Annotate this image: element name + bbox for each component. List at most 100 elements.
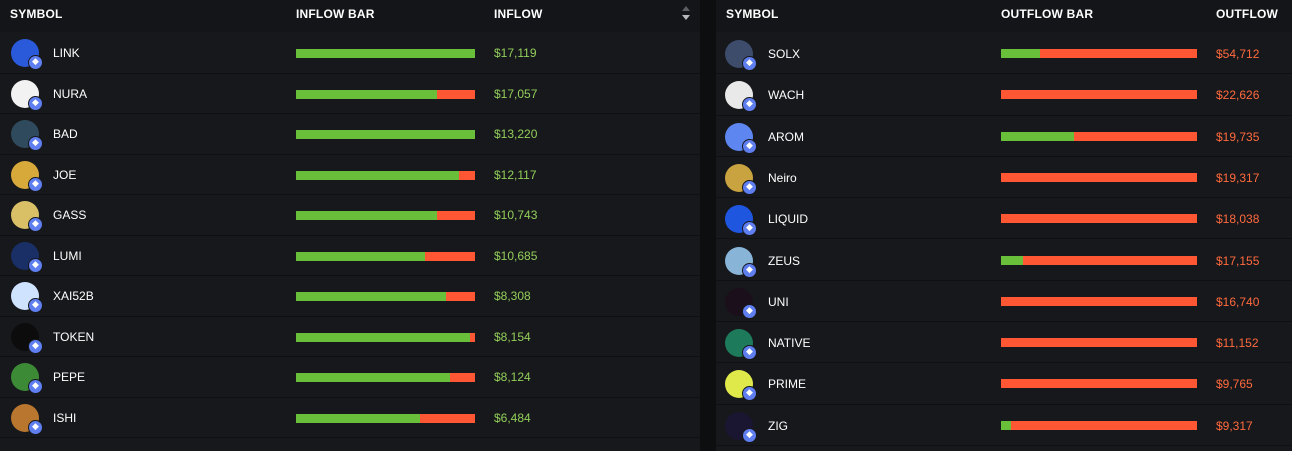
token-symbol: GASS bbox=[53, 208, 87, 222]
inflow-bar bbox=[296, 251, 475, 261]
column-header-symbol[interactable]: SYMBOL bbox=[726, 7, 779, 21]
outflow-bar bbox=[1001, 90, 1197, 100]
table-row[interactable]: ◆ NURA $17,057 bbox=[0, 74, 700, 114]
table-row[interactable]: ◆ JOE $12,117 bbox=[0, 155, 700, 195]
table-row[interactable]: ◆ NATIVE $11,152 bbox=[716, 322, 1292, 364]
token-symbol: Neiro bbox=[768, 170, 797, 185]
token-symbol: JOE bbox=[53, 167, 77, 182]
table-row[interactable]: ◆ SOLX $54,712 bbox=[716, 33, 1292, 75]
token-symbol: ZEUS bbox=[768, 253, 801, 268]
ethereum-chain-icon: ◆ bbox=[28, 298, 43, 313]
table-row[interactable]: ◆ AROM $19,735 bbox=[716, 116, 1292, 157]
table-row[interactable]: ◆ LIQUID $18,038 bbox=[716, 198, 1292, 240]
inflow-bar bbox=[296, 211, 475, 220]
outflow-bar bbox=[1001, 172, 1197, 182]
ethereum-chain-icon: ◆ bbox=[742, 262, 757, 278]
inflow-bar bbox=[296, 89, 475, 99]
inflow-value: $10,685 bbox=[494, 248, 538, 263]
token-symbol: UNI bbox=[768, 294, 789, 309]
column-header-inflow[interactable]: INFLOW bbox=[494, 7, 543, 21]
inflow-value: $8,308 bbox=[494, 289, 531, 303]
outflow-value: $18,038 bbox=[1216, 212, 1260, 227]
bar-green-segment bbox=[296, 130, 475, 139]
table-row[interactable]: ◆ BAD $13,220 bbox=[0, 114, 700, 155]
ethereum-chain-icon: ◆ bbox=[28, 217, 43, 232]
outflow-value: $9,765 bbox=[1216, 377, 1253, 392]
inflow-table-header: SYMBOL INFLOW BAR INFLOW bbox=[0, 0, 700, 32]
ethereum-chain-icon: ◆ bbox=[742, 56, 757, 71]
table-row[interactable]: ◆ WACH $22,626 bbox=[716, 74, 1292, 116]
panel-divider bbox=[700, 0, 716, 451]
inflow-value: $12,117 bbox=[494, 167, 537, 182]
bar-green-segment bbox=[1001, 420, 1011, 430]
token-symbol: AROM bbox=[768, 129, 804, 144]
outflow-table: SYMBOL OUTFLOW BAR OUTFLOW ◆ SOLX $54,712 ◆… bbox=[716, 0, 1292, 451]
column-header-symbol[interactable]: SYMBOL bbox=[10, 7, 63, 21]
token-symbol: WACH bbox=[768, 88, 805, 103]
outflow-bar bbox=[1001, 379, 1197, 389]
table-row[interactable]: ◆ LINK $17,119 bbox=[0, 33, 700, 74]
ethereum-chain-icon: ◆ bbox=[28, 379, 43, 394]
token-symbol: NURA bbox=[53, 86, 88, 101]
table-row[interactable]: ◆ Neiro $19,317 bbox=[716, 157, 1292, 199]
table-row[interactable]: ◆ ZEUS $17,155 bbox=[716, 240, 1292, 281]
inflow-bar bbox=[296, 49, 475, 58]
token-symbol: LIQUID bbox=[768, 212, 809, 227]
table-row[interactable]: ◆ XAI52B $8,308 bbox=[0, 276, 700, 317]
ethereum-chain-icon: ◆ bbox=[742, 427, 757, 443]
inflow-bar bbox=[296, 332, 475, 342]
outflow-value: $22,626 bbox=[1216, 88, 1260, 103]
outflow-bar bbox=[1001, 296, 1197, 306]
inflow-value: $6,484 bbox=[494, 410, 531, 425]
ethereum-chain-icon: ◆ bbox=[742, 179, 757, 195]
bar-green-segment bbox=[1001, 49, 1041, 58]
bar-green-segment bbox=[296, 211, 438, 220]
ethereum-chain-icon: ◆ bbox=[742, 303, 757, 319]
token-symbol: NATIVE bbox=[768, 336, 811, 351]
inflow-table: SYMBOL INFLOW BAR INFLOW ◆ LINK $17,119 ◆ NU… bbox=[0, 0, 700, 451]
token-symbol: TOKEN bbox=[53, 329, 95, 344]
bar-green-segment bbox=[296, 332, 470, 342]
outflow-bar bbox=[1001, 338, 1197, 348]
table-row[interactable]: ◆ ISHI $6,484 bbox=[0, 398, 700, 438]
inflow-bar bbox=[296, 130, 475, 139]
bar-green-segment bbox=[1001, 255, 1023, 265]
column-header-inflow-bar[interactable]: INFLOW BAR bbox=[296, 7, 375, 21]
outflow-value: $54,712 bbox=[1216, 47, 1260, 61]
inflow-value: $17,057 bbox=[494, 86, 538, 101]
outflow-bar bbox=[1001, 420, 1197, 430]
ethereum-chain-icon: ◆ bbox=[742, 345, 757, 361]
inflow-value: $17,119 bbox=[494, 46, 537, 60]
inflow-bar bbox=[296, 292, 475, 301]
ethereum-chain-icon: ◆ bbox=[28, 338, 43, 354]
ethereum-chain-icon: ◆ bbox=[28, 136, 43, 151]
ethereum-chain-icon: ◆ bbox=[28, 95, 43, 111]
ethereum-chain-icon: ◆ bbox=[28, 55, 43, 70]
sort-icon[interactable] bbox=[681, 5, 691, 21]
table-row[interactable]: ◆ PEPE $8,124 bbox=[0, 357, 700, 398]
bar-green-segment bbox=[296, 292, 447, 301]
inflow-value: $10,743 bbox=[494, 208, 538, 222]
table-row[interactable]: ◆ UNI $16,740 bbox=[716, 281, 1292, 323]
ethereum-chain-icon: ◆ bbox=[28, 257, 43, 273]
table-row[interactable]: ◆ GASS $10,743 bbox=[0, 195, 700, 236]
token-symbol: SOLX bbox=[768, 47, 801, 61]
column-header-outflow[interactable]: OUTFLOW bbox=[1216, 7, 1278, 21]
bar-green-segment bbox=[296, 373, 450, 382]
outflow-value: $11,152 bbox=[1216, 336, 1259, 351]
outflow-value: $17,155 bbox=[1216, 253, 1260, 268]
table-row[interactable]: ◆ ZIG $9,317 bbox=[716, 405, 1292, 446]
table-row[interactable]: ◆ LUMI $10,685 bbox=[0, 236, 700, 276]
outflow-bar bbox=[1001, 131, 1197, 141]
table-row[interactable]: ◆ TOKEN $8,154 bbox=[0, 317, 700, 357]
token-symbol: PEPE bbox=[53, 370, 86, 384]
outflow-bar bbox=[1001, 49, 1197, 58]
column-header-outflow-bar[interactable]: OUTFLOW BAR bbox=[1001, 7, 1093, 21]
token-symbol: LUMI bbox=[53, 248, 82, 263]
table-row[interactable]: ◆ PRIME $9,765 bbox=[716, 363, 1292, 405]
token-symbol: ISHI bbox=[53, 410, 77, 425]
outflow-value: $19,317 bbox=[1216, 170, 1260, 185]
outflow-value: $19,735 bbox=[1216, 129, 1260, 144]
inflow-bar bbox=[296, 170, 475, 180]
outflow-bar bbox=[1001, 214, 1197, 224]
